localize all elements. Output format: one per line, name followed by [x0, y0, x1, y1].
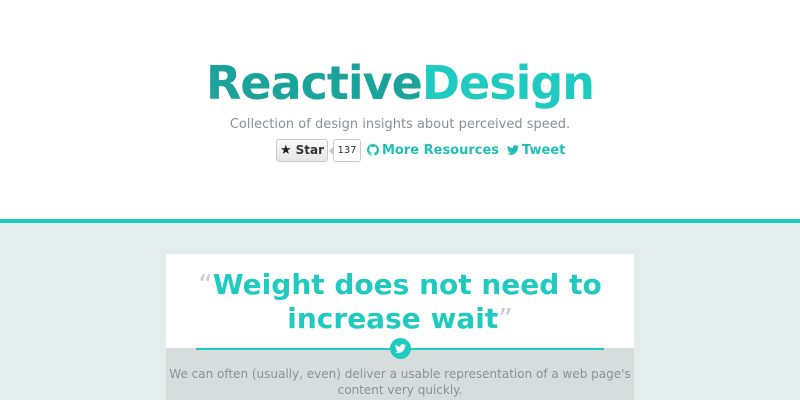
quote-line-2: increase wait — [287, 302, 499, 335]
github-star-button[interactable]: ★ Star — [276, 138, 328, 162]
twitter-icon — [395, 344, 406, 353]
header-actions: ★ Star 137 More Resources Tweet — [276, 138, 565, 162]
tweet-quote-button[interactable] — [390, 338, 411, 359]
logo-design: Design — [421, 56, 595, 110]
logo-reactive: Reactive — [205, 56, 423, 110]
site-tagline: Collection of design insights about perc… — [229, 117, 571, 132]
star-count[interactable]: 137 — [329, 138, 361, 162]
card-body-text: We can often (usually, even) deliver a u… — [166, 366, 634, 398]
tweet-link[interactable]: Tweet — [507, 143, 565, 158]
body-line-1: We can often (usually, even) deliver a u… — [169, 367, 631, 381]
twitter-icon — [507, 144, 520, 156]
tweet-label: Tweet — [522, 142, 566, 158]
star-icon: ★ — [279, 142, 292, 158]
star-label: Star — [295, 143, 325, 157]
github-icon — [367, 144, 379, 156]
more-resources-link[interactable]: More Resources — [367, 143, 499, 158]
quote-heading: “Weight does not need to increase wait” — [166, 268, 634, 336]
quote-line-1: Weight does not need to — [212, 268, 602, 301]
site-logo[interactable]: ReactiveDesign — [0, 56, 800, 110]
quote-card: “Weight does not need to increase wait” … — [166, 254, 634, 400]
more-resources-label: More Resources — [382, 142, 500, 158]
open-quote-mark: “ — [198, 268, 213, 301]
body-line-2: content very quickly. — [337, 383, 463, 397]
close-quote-mark: ” — [498, 302, 513, 335]
site-header: ReactiveDesign Collection of design insi… — [0, 0, 800, 220]
